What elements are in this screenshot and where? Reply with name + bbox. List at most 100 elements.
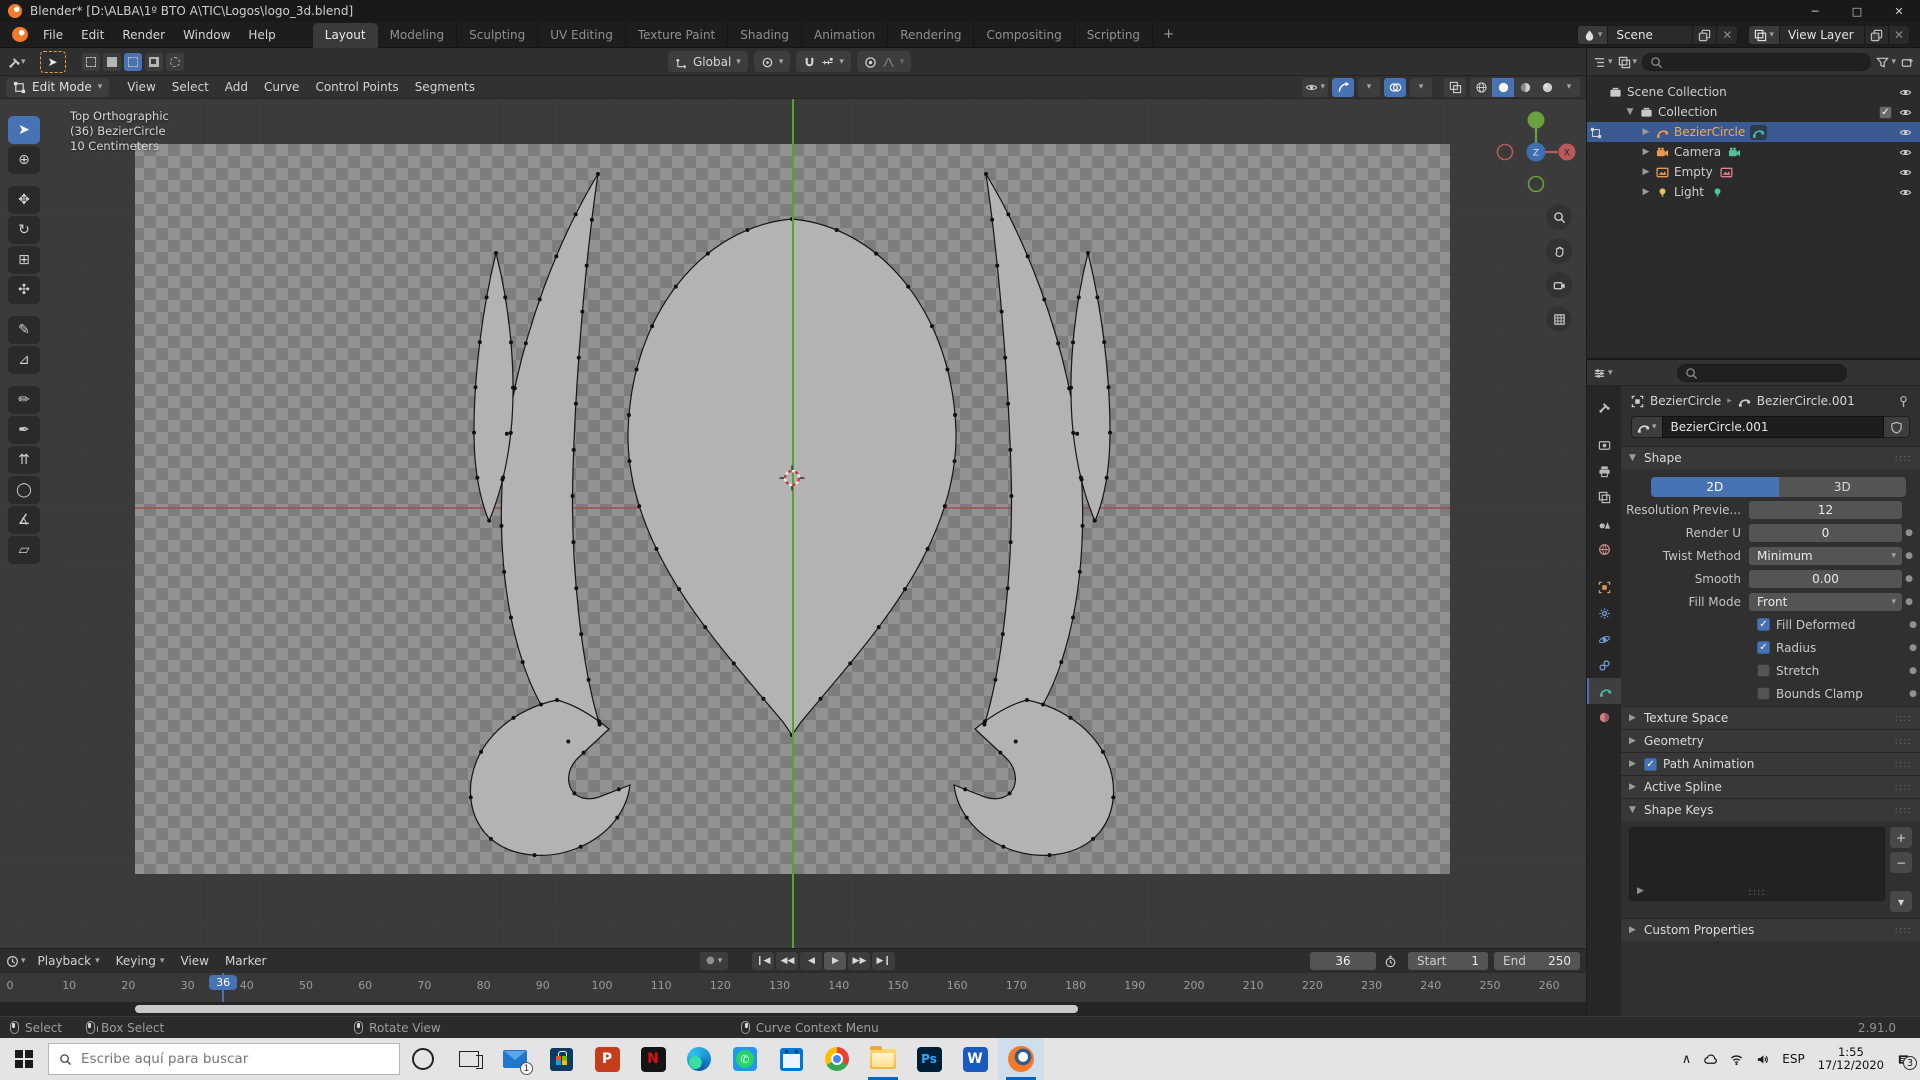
view-layer-selector[interactable]: ▾ View Layer ✕ [1748, 25, 1910, 45]
visibility-eye-icon[interactable] [1899, 125, 1912, 139]
maximize-button[interactable]: □ [1836, 0, 1878, 22]
visibility-eye-icon[interactable] [1899, 145, 1912, 159]
control-point[interactable] [745, 228, 749, 232]
control-point[interactable] [732, 661, 736, 665]
properties-tab-view-layer[interactable] [1587, 484, 1621, 510]
control-point[interactable] [505, 432, 509, 436]
scrollbar-thumb[interactable] [135, 1005, 1078, 1013]
gizmo-dropdown[interactable]: ▾ [1358, 78, 1380, 97]
action-center-button[interactable]: 3 [1897, 1052, 1910, 1066]
current-frame-field[interactable]: 36 [1310, 952, 1376, 970]
control-point[interactable] [574, 212, 578, 216]
control-point[interactable] [582, 751, 586, 755]
hidden-icons-chevron[interactable]: ∧ [1682, 1052, 1692, 1067]
previous-keyframe-button[interactable]: ◀◀ [776, 952, 798, 970]
visibility-eye-icon[interactable] [1899, 85, 1912, 99]
viewport-menu-segments[interactable]: Segments [407, 78, 483, 96]
stopwatch-icon[interactable] [1384, 954, 1397, 968]
control-point[interactable] [877, 625, 881, 629]
taskbar-task-view[interactable] [446, 1038, 492, 1080]
expand-arrow-icon[interactable]: ▶ [1641, 167, 1651, 177]
control-point[interactable] [1006, 402, 1010, 406]
shading-dropdown[interactable]: ▾ [1558, 78, 1580, 97]
new-collection-button[interactable] [1901, 55, 1914, 69]
control-point[interactable] [577, 356, 581, 360]
collapse-arrow-icon[interactable]: ▼ [1625, 107, 1635, 117]
play-button[interactable]: ▶ [824, 952, 846, 970]
add-shape-key-button[interactable]: + [1890, 827, 1912, 848]
control-point[interactable] [478, 340, 482, 344]
control-point[interactable] [953, 459, 957, 463]
control-point[interactable] [499, 524, 503, 528]
control-point[interactable] [627, 459, 631, 463]
control-point[interactable] [1025, 698, 1029, 702]
taskbar-search[interactable] [48, 1043, 400, 1075]
expand-arrow-icon[interactable]: ▶ [1641, 187, 1651, 197]
shape-key-specials-button[interactable]: ▾ [1890, 891, 1912, 912]
viewport-menu-select[interactable]: Select [164, 78, 217, 96]
navigation-gizmo[interactable]: X Z [1481, 98, 1586, 208]
control-point[interactable] [930, 324, 934, 328]
control-point[interactable] [501, 476, 505, 480]
animate-dot[interactable]: ● [1906, 620, 1920, 630]
control-point[interactable] [489, 837, 493, 841]
shading-wireframe-button[interactable] [1470, 78, 1492, 97]
section-header-texture-space[interactable]: ▶Texture Space:::: [1621, 706, 1920, 729]
list-grip-icon[interactable]: :::: [1748, 887, 1765, 898]
properties-tab-material[interactable] [1587, 704, 1621, 730]
control-point[interactable] [485, 295, 489, 299]
remove-shape-key-button[interactable]: − [1890, 852, 1912, 873]
control-point[interactable] [572, 791, 576, 795]
timeline-ruler[interactable]: 0102030405060708090100110120130140150160… [0, 972, 1586, 1002]
control-point[interactable] [617, 787, 621, 791]
tool-draw[interactable]: ✏ [8, 386, 40, 414]
select-mode-extend[interactable] [103, 53, 121, 71]
viewport-menu-control-points[interactable]: Control Points [307, 78, 406, 96]
control-point[interactable] [677, 587, 681, 591]
menu-help[interactable]: Help [239, 25, 284, 45]
pivot-point-dropdown[interactable]: ▾ [754, 51, 791, 72]
taskbar-powerpoint[interactable]: P [584, 1038, 630, 1080]
show-overlays-toggle[interactable] [1384, 78, 1406, 97]
property-dropdown[interactable]: Minimum▾ [1749, 547, 1902, 565]
control-point[interactable] [509, 340, 513, 344]
control-point[interactable] [990, 218, 994, 222]
breadcrumb-object[interactable]: BezierCircle [1650, 394, 1721, 408]
control-point[interactable] [943, 504, 947, 508]
taskbar-calendar[interactable] [768, 1038, 814, 1080]
outliner-display-mode-dropdown[interactable]: ▾ [1593, 55, 1613, 69]
control-point[interactable] [1009, 494, 1013, 498]
control-point[interactable] [587, 678, 591, 682]
close-button[interactable]: ✕ [1878, 0, 1920, 22]
show-gizmo-toggle[interactable] [1332, 78, 1354, 97]
control-point[interactable] [1091, 837, 1095, 841]
taskbar-whatsapp[interactable]: ✆ [722, 1038, 768, 1080]
taskbar-netflix[interactable]: N [630, 1038, 676, 1080]
workspace-tab-animation[interactable]: Animation [802, 23, 888, 48]
start-button[interactable] [0, 1038, 48, 1080]
control-point[interactable] [674, 285, 678, 289]
control-point[interactable] [579, 845, 583, 849]
control-point[interactable] [494, 251, 498, 255]
control-point[interactable] [819, 697, 823, 701]
snap-toggle[interactable]: ▾ [796, 51, 851, 72]
animate-dot[interactable]: ● [1902, 551, 1916, 561]
new-view-layer-button[interactable] [1864, 26, 1888, 44]
transform-orientation-dropdown[interactable]: Global ▾ [668, 51, 748, 72]
workspace-tab-sculpting[interactable]: Sculpting [457, 23, 538, 48]
control-point[interactable] [703, 625, 707, 629]
menu-render[interactable]: Render [113, 25, 174, 45]
control-point[interactable] [1014, 740, 1018, 744]
new-scene-button[interactable] [1692, 26, 1716, 44]
control-point[interactable] [469, 795, 473, 799]
control-point[interactable] [1071, 340, 1075, 344]
add-workspace-button[interactable]: + [1153, 27, 1184, 42]
remove-view-layer-button[interactable]: ✕ [1888, 26, 1909, 44]
control-point[interactable] [1006, 212, 1010, 216]
control-point[interactable] [502, 570, 506, 574]
outliner-row-light[interactable]: ▶Light [1587, 182, 1920, 202]
section-header-geometry[interactable]: ▶Geometry:::: [1621, 729, 1920, 752]
control-point[interactable] [926, 547, 930, 551]
shading-material-button[interactable] [1514, 78, 1536, 97]
animate-dot[interactable]: ● [1906, 643, 1920, 653]
